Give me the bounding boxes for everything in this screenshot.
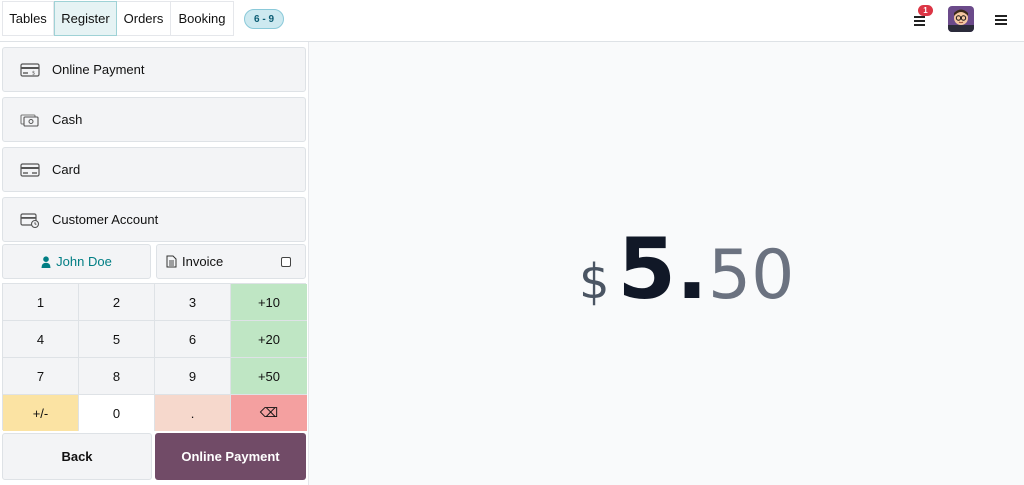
numpad: 1 2 3 +10 4 5 6 +20 7 8 9 +50 +/- 0 . ⌫ [2,283,307,431]
numpad-key-2[interactable]: 2 [79,284,155,321]
numpad-key-plus-20[interactable]: +20 [231,321,307,358]
tab-register[interactable]: Register [54,1,117,36]
numpad-key-decimal[interactable]: . [155,395,231,431]
numpad-key-sign-toggle[interactable]: +/- [3,395,79,431]
invoice-label: Invoice [182,254,224,269]
payment-summary-panel: $ 5 . 50 [308,42,1024,485]
tab-orders[interactable]: Orders [117,1,171,36]
payment-method-label: Card [52,162,81,177]
amount-decimals: 50 [707,236,795,315]
table-range-badge[interactable]: 6 - 9 [244,9,285,29]
tab-booking[interactable]: Booking [171,1,234,36]
payment-method-label: Customer Account [52,212,159,227]
invoice-toggle-button[interactable]: Invoice [156,244,306,279]
payment-method-label: Cash [52,112,83,127]
tab-tables[interactable]: Tables [2,1,54,36]
svg-text:$: $ [32,70,35,76]
numpad-key-3[interactable]: 3 [155,284,231,321]
amount-separator: . [676,220,708,318]
amount-integer: 5 [617,220,676,318]
total-due-amount: $ 5 . 50 [579,227,794,311]
notification-count-badge: 1 [918,5,933,16]
numpad-key-8[interactable]: 8 [79,358,155,395]
partner-invoice-row: John Doe Invoice [2,244,306,279]
numpad-key-plus-10[interactable]: +10 [231,284,307,321]
numpad-key-6[interactable]: 6 [155,321,231,358]
document-icon [166,255,177,268]
numpad-key-9[interactable]: 9 [155,358,231,395]
payment-method-cash[interactable]: Cash [2,97,306,142]
cash-icon [20,112,40,128]
back-button[interactable]: Back [2,433,152,480]
user-icon [41,255,51,268]
numpad-key-plus-50[interactable]: +50 [231,358,307,395]
payment-left-panel: $ Online Payment Cash Card Customer Acco… [0,42,308,485]
numpad-key-5[interactable]: 5 [79,321,155,358]
payment-method-label: Online Payment [52,62,145,77]
customer-account-icon [20,212,40,228]
top-navbar: Tables Register Orders Booking 6 - 9 1 [0,0,1024,42]
card-icon [20,162,40,178]
main-tabs: Tables Register Orders Booking [2,1,234,36]
customer-name: John Doe [56,254,112,269]
numpad-key-7[interactable]: 7 [3,358,79,395]
user-avatar[interactable] [948,6,974,32]
numpad-key-0[interactable]: 0 [79,395,155,431]
hamburger-menu-icon[interactable] [994,13,1008,27]
payment-method-card[interactable]: Card [2,147,306,192]
payment-method-online-payment[interactable]: $ Online Payment [2,47,306,92]
numpad-key-4[interactable]: 4 [3,321,79,358]
numpad-key-1[interactable]: 1 [3,284,79,321]
payment-method-customer-account[interactable]: Customer Account [2,197,306,242]
validate-payment-button[interactable]: Online Payment [155,433,306,480]
invoice-checkbox[interactable] [281,257,291,267]
online-payment-icon: $ [20,62,40,78]
currency-symbol: $ [579,254,610,310]
customer-button[interactable]: John Doe [2,244,151,279]
numpad-key-backspace[interactable]: ⌫ [231,395,307,431]
